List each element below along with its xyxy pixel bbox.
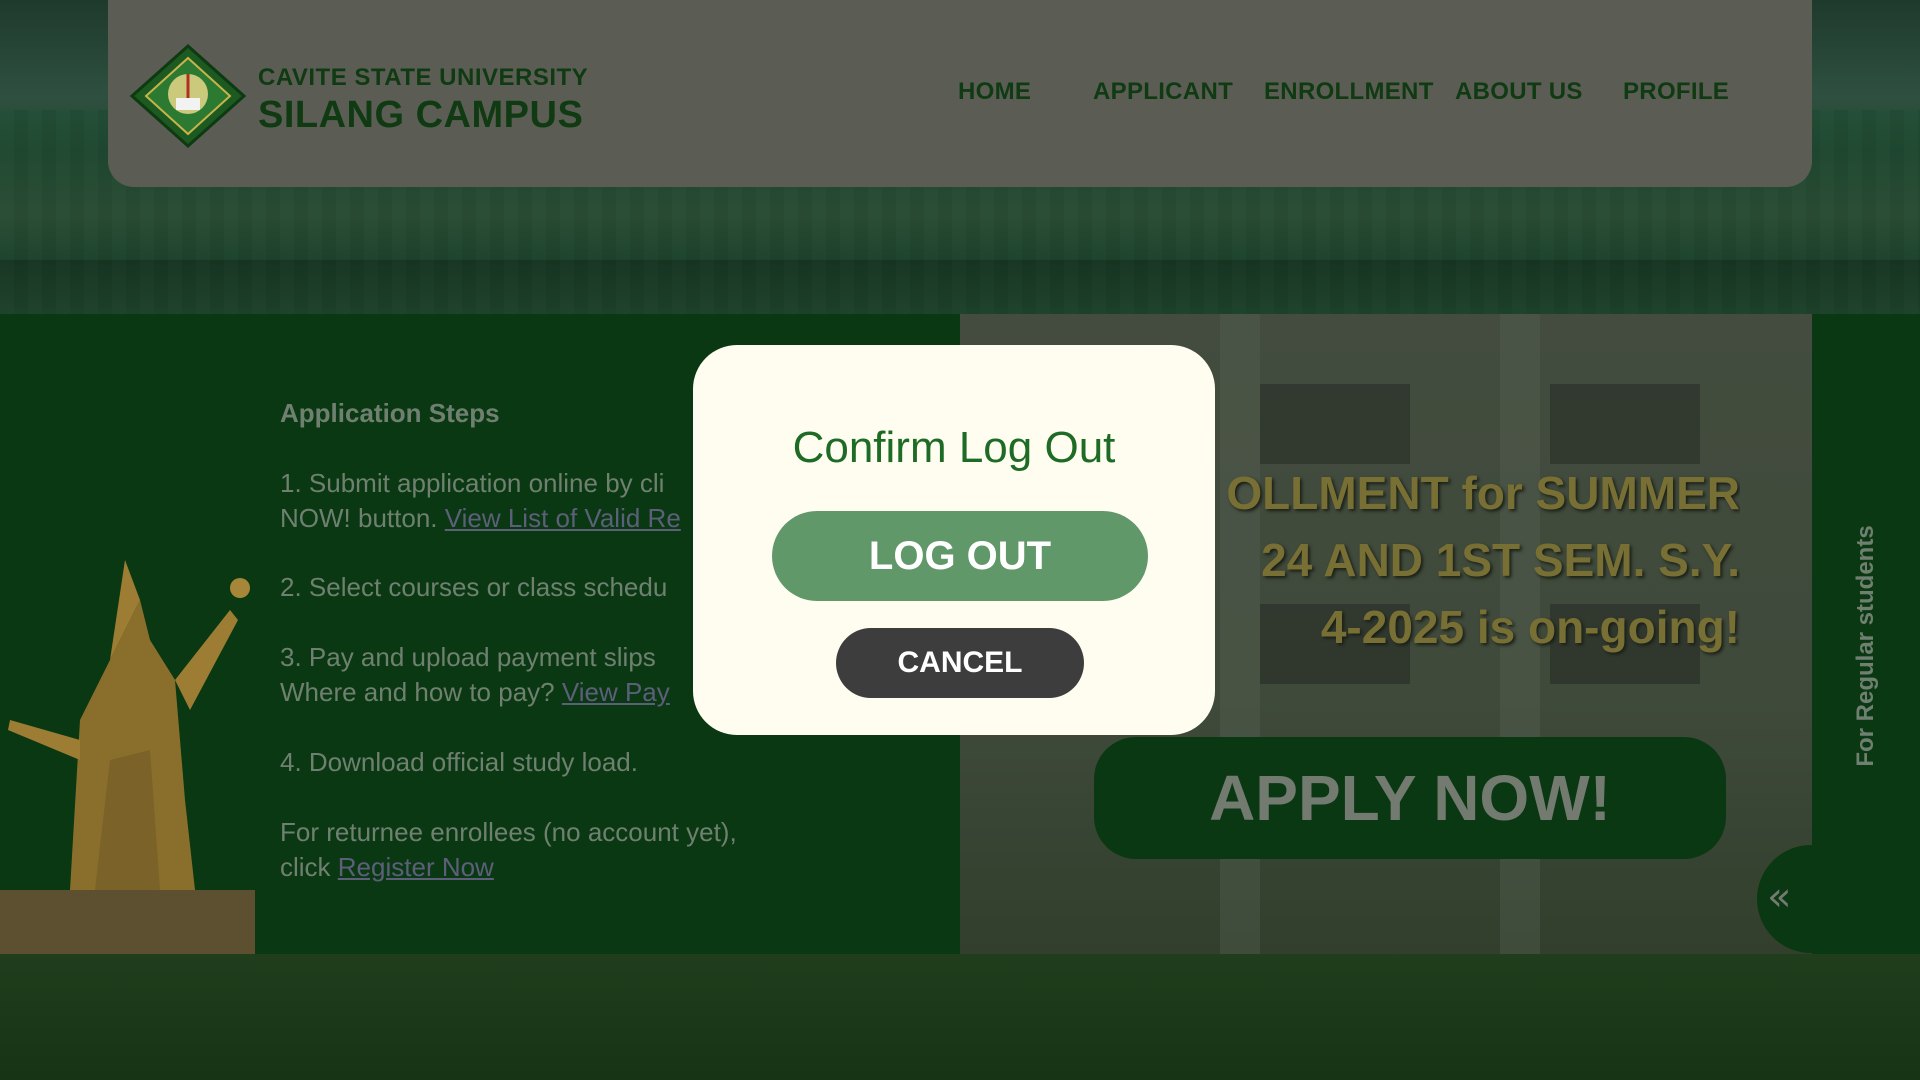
logout-confirm-modal: Confirm Log Out LOG OUT CANCEL	[693, 345, 1215, 735]
campus-name: SILANG CAMPUS	[258, 94, 584, 136]
headline-line-1: OLLMENT for SUMMER	[1226, 467, 1740, 519]
returnee-text: For returnee enrollees (no account yet),	[280, 817, 737, 847]
apply-now-button[interactable]: APPLY NOW!	[1094, 737, 1726, 859]
modal-title: Confirm Log Out	[792, 423, 1116, 472]
background-roof-shadow	[0, 260, 1920, 320]
step-1-text: 1. Submit application online by cli	[280, 468, 665, 498]
nav-applicant[interactable]: APPLICANT	[1093, 78, 1233, 106]
side-tab-label[interactable]: For Regular students	[1852, 525, 1880, 766]
enrollment-headline: OLLMENT for SUMMER 24 AND 1ST SEM. S.Y. …	[1150, 460, 1740, 661]
background-lawn	[0, 954, 1920, 1080]
building-window	[1550, 384, 1700, 464]
step-4-text: 4. Download official study load.	[280, 747, 638, 777]
nav-about-us[interactable]: ABOUT US	[1455, 78, 1583, 106]
returnee-text-2: click	[280, 852, 338, 882]
statue-image	[0, 560, 255, 954]
double-chevron-left-icon[interactable]: «	[1757, 845, 1857, 953]
step-4: 4. Download official study load.	[280, 745, 820, 780]
view-valid-requirements-link[interactable]: View List of Valid Re	[445, 503, 681, 533]
headline-line-2: 24 AND 1ST SEM. S.Y.	[1261, 534, 1740, 586]
cancel-button[interactable]: CANCEL	[836, 628, 1084, 698]
step-2-text: 2. Select courses or class schedu	[280, 572, 668, 602]
step-1-text-2: NOW! button.	[280, 503, 445, 533]
university-seal-icon[interactable]	[130, 44, 246, 148]
logout-button[interactable]: LOG OUT	[772, 511, 1148, 601]
returnee-note: For returnee enrollees (no account yet),…	[280, 815, 820, 885]
headline-line-3: 4-2025 is on-going!	[1320, 601, 1740, 653]
register-now-link[interactable]: Register Now	[338, 852, 494, 882]
nav-profile[interactable]: PROFILE	[1623, 78, 1729, 106]
top-navbar: CAVITE STATE UNIVERSITY SILANG CAMPUS HO…	[108, 0, 1812, 187]
university-name: CAVITE STATE UNIVERSITY	[258, 64, 589, 91]
view-payment-link[interactable]: View Pay	[562, 677, 670, 707]
step-3-text: 3. Pay and upload payment slips	[280, 642, 656, 672]
building-window	[1260, 384, 1410, 464]
nav-home[interactable]: HOME	[958, 78, 1031, 106]
steps-title: Application Steps	[280, 398, 500, 428]
nav-enrollment[interactable]: ENROLLMENT	[1264, 78, 1434, 106]
step-3-text-2: Where and how to pay?	[280, 677, 562, 707]
